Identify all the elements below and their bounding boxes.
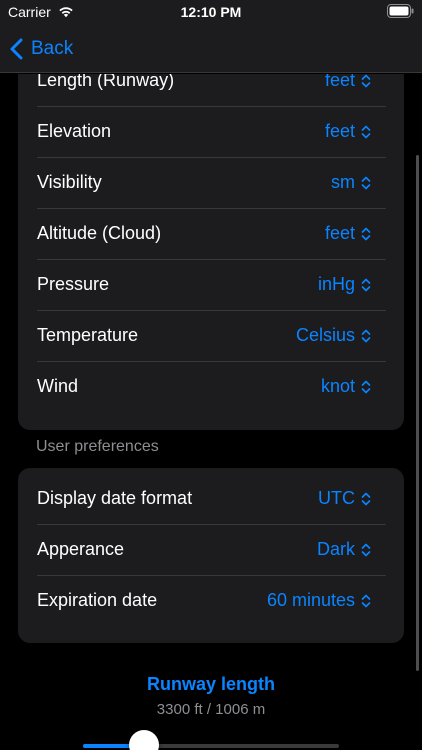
unit-row-wind[interactable]: Wind knot [18,362,404,413]
row-label: Altitude (Cloud) [37,223,162,243]
unit-row-elevation[interactable]: Elevation feet [18,107,404,158]
status-bar: Carrier 12:10 PM [0,0,422,26]
unit-row-pressure[interactable]: Pressure inHg [18,260,404,311]
row-label: Expiration date [37,590,158,610]
navigation-bar: Back [0,26,422,73]
slider-thumb[interactable] [129,730,160,750]
row-value: feet [324,223,355,243]
pref-row-date-format[interactable]: Display date format UTC [18,474,404,525]
row-label: Apperance [37,539,125,559]
chevron-up-down-icon [361,125,371,138]
chevron-up-down-icon [361,380,371,393]
units-group: Length (Runway) feet Elevation feet Visi… [18,74,404,430]
row-label: Temperature [37,325,139,345]
row-label: Wind [37,376,79,396]
chevron-left-icon [10,38,23,60]
scrollbar[interactable] [416,155,419,671]
slider-title: Runway length [146,674,275,694]
unit-row-temperature[interactable]: Temperature Celsius [18,311,404,362]
row-value: feet [324,74,355,90]
unit-row-visibility[interactable]: Visibility sm [18,158,404,209]
chevron-up-down-icon [361,543,371,556]
row-label: Pressure [37,274,110,294]
back-label: Back [31,38,74,59]
unit-row-cloud-altitude[interactable]: Altitude (Cloud) feet [18,209,404,260]
settings-list[interactable]: Length (Runway) feet Elevation feet Visi… [0,74,422,750]
row-value: 60 minutes [266,590,355,610]
chevron-up-down-icon [361,492,371,505]
slider-value-readout: 3300 ft / 1006 m [156,701,266,718]
user-preferences-header: User preferences [36,438,159,455]
pref-row-expiration[interactable]: Expiration date 60 minutes [18,576,404,627]
row-label: Elevation [37,121,112,141]
row-label: Length (Runway) [37,74,175,90]
row-value: knot [320,376,355,396]
unit-row-runway-length[interactable]: Length (Runway) feet [18,74,404,107]
chevron-up-down-icon [361,329,371,342]
chevron-up-down-icon [361,227,371,240]
row-label: Visibility [37,172,102,192]
row-value: sm [331,172,355,192]
pref-row-appearance[interactable]: Apperance Dark [18,525,404,576]
row-label: Display date format [37,488,193,508]
chevron-up-down-icon [361,594,371,607]
battery-icon [387,4,414,18]
back-button[interactable]: Back [10,36,73,62]
row-value: Celsius [295,325,355,345]
chevron-up-down-icon [361,278,371,291]
user-preferences-group: Display date format UTC Apperance Dark E… [18,468,404,643]
row-value: inHg [317,274,355,294]
row-value: Dark [316,539,355,559]
settings-screen: Carrier 12:10 PM Back Length (Runway) fe… [0,0,422,750]
chevron-up-down-icon [361,176,371,189]
row-value: feet [324,121,355,141]
runway-length-slider[interactable] [83,744,339,748]
chevron-up-down-icon [361,74,371,87]
row-value: UTC [318,488,355,508]
clock: 12:10 PM [180,4,242,20]
